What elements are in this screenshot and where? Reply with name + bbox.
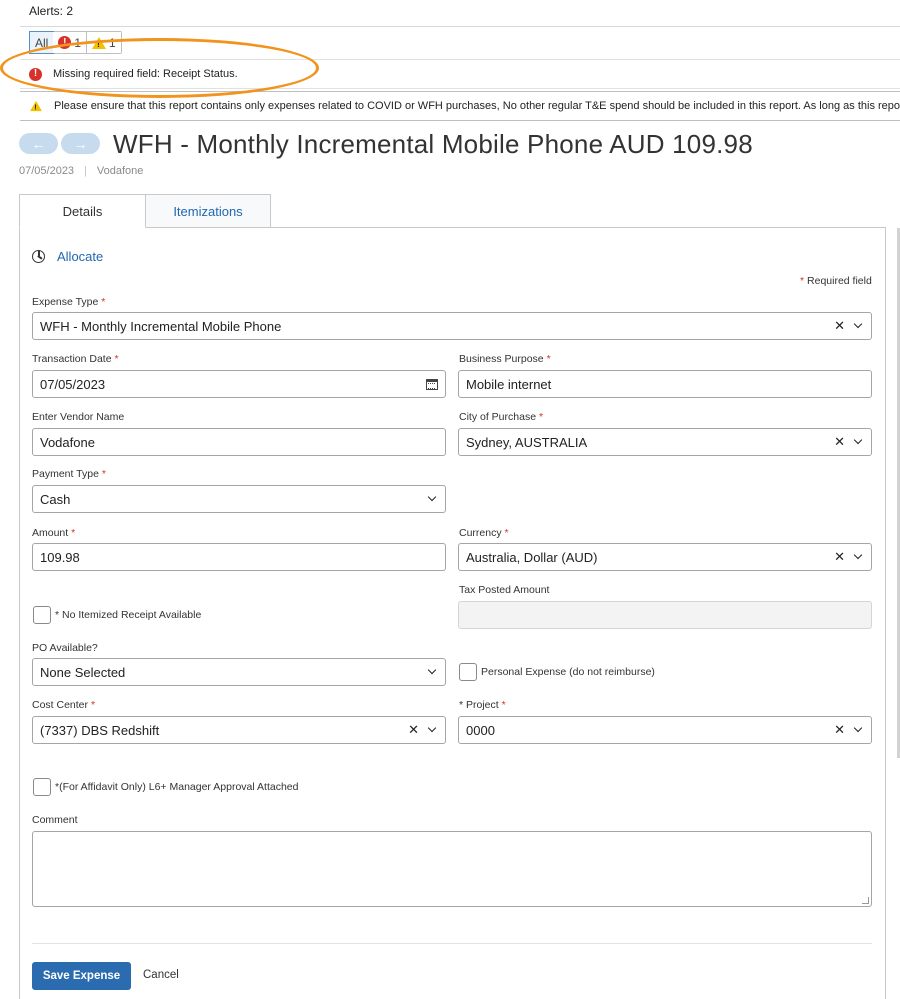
error-alert: ! Missing required field: Receipt Status… (20, 60, 900, 89)
business-purpose-value: Mobile internet (466, 376, 552, 392)
alert-filter-row: All ! 1 ! 1 (20, 27, 900, 60)
allocate-label: Allocate (57, 249, 104, 264)
po-available-label: PO Available? (32, 642, 98, 654)
currency-label: Currency * (459, 527, 509, 539)
filter-errors-count: 1 (74, 35, 82, 50)
personal-expense-row: Personal Expense (do not reimburse) (459, 663, 655, 681)
divider (32, 943, 872, 944)
error-alert-message: Missing required field: Receipt Status. (53, 68, 238, 80)
tax-posted-amount-label: Tax Posted Amount (459, 584, 550, 596)
calendar-icon[interactable] (426, 378, 438, 390)
separator: | (84, 165, 87, 177)
warning-alert-message: Please ensure that this report contains … (54, 100, 900, 112)
next-expense-button[interactable]: → (61, 133, 100, 154)
filter-warnings-count: 1 (109, 35, 116, 50)
chevron-down-icon[interactable] (853, 723, 863, 733)
required-star: * (800, 275, 805, 287)
error-icon: ! (29, 67, 42, 81)
clear-icon[interactable]: ✕ (834, 549, 845, 565)
cost-center-select[interactable]: (7337) DBS Redshift ✕ (32, 716, 446, 744)
city-of-purchase-label: City of Purchase * (459, 411, 544, 423)
pie-chart-icon (32, 250, 45, 263)
amount-value: 109.98 (40, 549, 80, 565)
arrow-right-icon: → (73, 135, 88, 152)
city-of-purchase-value: Sydney, AUSTRALIA (466, 434, 588, 450)
expense-type-label: Expense Type * (32, 296, 106, 308)
po-available-value: None Selected (40, 664, 126, 680)
alerts-count: Alerts: 2 (29, 4, 74, 18)
currency-value: Australia, Dollar (AUD) (466, 549, 598, 565)
no-itemized-receipt-label: * No Itemized Receipt Available (55, 609, 202, 621)
arrow-left-icon: ← (31, 135, 46, 152)
clear-icon[interactable]: ✕ (834, 722, 845, 738)
chevron-down-icon[interactable] (853, 550, 863, 560)
warning-icon: ! (92, 36, 107, 49)
business-purpose-label: Business Purpose * (459, 353, 551, 365)
comment-textarea[interactable] (32, 831, 872, 907)
expense-subinfo: 07/05/2023 | Vodafone (19, 165, 143, 177)
filter-all-label: All (35, 35, 49, 50)
tab-details[interactable]: Details (19, 194, 146, 228)
filter-warnings-button[interactable]: ! 1 (87, 32, 121, 53)
save-expense-button[interactable]: Save Expense (32, 962, 131, 990)
city-of-purchase-select[interactable]: Sydney, AUSTRALIA ✕ (458, 428, 872, 456)
tab-itemizations-label: Itemizations (173, 203, 243, 219)
chevron-down-icon[interactable] (427, 723, 437, 733)
currency-select[interactable]: Australia, Dollar (AUD) ✕ (458, 543, 872, 571)
required-field-note: * Required field (800, 275, 872, 287)
clear-icon[interactable]: ✕ (834, 318, 845, 334)
business-purpose-input[interactable]: Mobile internet (458, 370, 872, 398)
affidavit-checkbox[interactable] (33, 778, 51, 796)
no-itemized-receipt-row: * No Itemized Receipt Available (33, 606, 201, 624)
chevron-down-icon[interactable] (853, 319, 863, 329)
expense-date: 07/05/2023 (19, 165, 75, 177)
no-itemized-receipt-checkbox[interactable] (33, 606, 51, 624)
previous-expense-button[interactable]: ← (19, 133, 58, 154)
affidavit-row: *(For Affidavit Only) L6+ Manager Approv… (33, 778, 298, 796)
transaction-date-input[interactable]: 07/05/2023 (32, 370, 446, 398)
comment-label: Comment (32, 814, 78, 826)
warning-icon: ! (30, 100, 42, 112)
affidavit-label: *(For Affidavit Only) L6+ Manager Approv… (55, 781, 299, 793)
filter-errors-button[interactable]: ! 1 (53, 32, 88, 53)
amount-label: Amount * (32, 527, 76, 539)
filter-all-button[interactable]: All (29, 31, 55, 54)
payment-type-value: Cash (40, 491, 71, 507)
project-select[interactable]: 0000 ✕ (458, 716, 872, 744)
personal-expense-checkbox[interactable] (459, 663, 477, 681)
clear-icon[interactable]: ✕ (408, 722, 419, 738)
vendor-name-label: Enter Vendor Name (32, 411, 125, 423)
chevron-down-icon[interactable] (853, 435, 863, 445)
payment-type-label: Payment Type * (32, 468, 106, 480)
tab-itemizations[interactable]: Itemizations (145, 194, 271, 228)
expense-type-select[interactable]: WFH - Monthly Incremental Mobile Phone ✕ (32, 312, 872, 340)
vendor-name-input[interactable]: Vodafone (32, 428, 446, 456)
error-icon: ! (58, 36, 72, 49)
chevron-down-icon[interactable] (427, 492, 437, 502)
payment-type-select[interactable]: Cash (32, 485, 446, 513)
vendor-name-value: Vodafone (40, 434, 95, 450)
transaction-date-label: Transaction Date * (32, 353, 119, 365)
project-value: 0000 (466, 722, 495, 738)
alert-filter-group: All ! 1 ! 1 (29, 31, 122, 54)
allocate-link[interactable]: Allocate (32, 249, 103, 264)
cost-center-value: (7337) DBS Redshift (40, 722, 160, 738)
warning-alert: ! Please ensure that this report contain… (20, 91, 900, 121)
po-available-select[interactable]: None Selected (32, 658, 446, 686)
expense-vendor: Vodafone (96, 165, 144, 177)
resize-handle-icon[interactable] (862, 897, 869, 904)
tab-details-label: Details (62, 203, 103, 219)
transaction-date-value: 07/05/2023 (40, 376, 106, 392)
amount-input[interactable]: 109.98 (32, 543, 446, 571)
cancel-button[interactable]: Cancel (143, 969, 179, 981)
cost-center-label: Cost Center * (32, 699, 96, 711)
expense-type-value: WFH - Monthly Incremental Mobile Phone (40, 318, 282, 334)
clear-icon[interactable]: ✕ (834, 434, 845, 450)
alerts-bar: Alerts: 2 (20, 0, 900, 27)
tax-posted-amount-input (458, 601, 872, 629)
page-title: WFH - Monthly Incremental Mobile Phone A… (113, 129, 753, 159)
chevron-down-icon[interactable] (427, 665, 437, 675)
personal-expense-label: Personal Expense (do not reimburse) (481, 666, 655, 678)
project-label: * Project * (459, 699, 506, 711)
